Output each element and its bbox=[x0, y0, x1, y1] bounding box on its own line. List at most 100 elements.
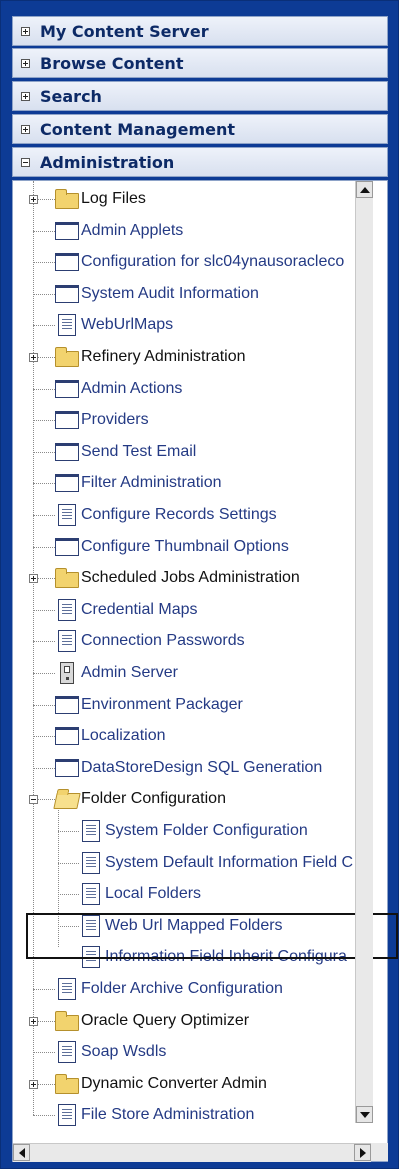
scroll-up-button[interactable] bbox=[356, 181, 373, 198]
tree-item[interactable]: Providers bbox=[13, 405, 367, 435]
folder-icon bbox=[55, 1073, 79, 1094]
tree-item-label[interactable]: Credential Maps bbox=[81, 600, 198, 620]
collapse-icon[interactable] bbox=[29, 795, 38, 805]
tree-item[interactable]: Credential Maps bbox=[13, 595, 367, 625]
tree-item-label[interactable]: File Store Administration bbox=[81, 1105, 254, 1125]
tree-item[interactable]: Dynamic Converter Admin bbox=[13, 1069, 367, 1099]
tree-item-label[interactable]: Configuration for slc04ynausoracleco bbox=[81, 252, 344, 272]
tree-item-label[interactable]: System Default Information Field C bbox=[105, 853, 353, 873]
tree-item[interactable]: Folder Archive Configuration bbox=[13, 974, 367, 1004]
page-icon bbox=[58, 598, 76, 621]
tree-item-label[interactable]: Admin Applets bbox=[81, 221, 183, 241]
scroll-right-button[interactable] bbox=[354, 1144, 371, 1161]
window-icon bbox=[55, 695, 79, 714]
tree-item[interactable]: Folder Configuration bbox=[13, 784, 367, 814]
tree-item-label[interactable]: Scheduled Jobs Administration bbox=[81, 568, 300, 588]
tree-item-label[interactable]: System Folder Configuration bbox=[105, 821, 308, 841]
expand-icon[interactable] bbox=[21, 124, 30, 134]
panel-header-my-content-server[interactable]: My Content Server bbox=[12, 16, 388, 46]
tree-item[interactable]: Localization bbox=[13, 721, 367, 751]
tree-connector-line bbox=[33, 767, 55, 769]
scroll-down-button[interactable] bbox=[356, 1106, 373, 1123]
page-icon bbox=[58, 978, 76, 1000]
tree-item[interactable]: Admin Applets bbox=[13, 216, 367, 246]
tree-item[interactable]: Configure Thumbnail Options bbox=[13, 532, 367, 562]
tree-item-label[interactable]: Connection Passwords bbox=[81, 631, 245, 651]
tree-item[interactable]: DataStoreDesign SQL Generation bbox=[13, 753, 367, 783]
tree-item-label[interactable]: DataStoreDesign SQL Generation bbox=[81, 758, 322, 778]
window-icon bbox=[55, 727, 79, 746]
window-icon bbox=[55, 284, 79, 303]
window-icon bbox=[55, 253, 79, 272]
window-icon bbox=[55, 758, 79, 777]
window-icon bbox=[55, 379, 79, 398]
expand-icon[interactable] bbox=[29, 1016, 38, 1026]
tree-item[interactable]: Admin Actions bbox=[13, 374, 367, 404]
tree-connector-line bbox=[33, 420, 55, 422]
expand-icon[interactable] bbox=[21, 91, 30, 101]
vertical-scrollbar[interactable] bbox=[355, 181, 373, 1123]
tree-item-label[interactable]: Soap Wsdls bbox=[81, 1042, 166, 1062]
tree-item-label[interactable]: Localization bbox=[81, 726, 166, 746]
tree-item-label[interactable]: Admin Server bbox=[81, 663, 178, 683]
expand-icon[interactable] bbox=[29, 574, 38, 584]
tree-connector-line bbox=[33, 546, 55, 548]
tree-item-label[interactable]: Oracle Query Optimizer bbox=[81, 1011, 249, 1031]
tree-item-label[interactable]: Configure Records Settings bbox=[81, 505, 277, 525]
page-icon bbox=[82, 851, 100, 874]
window-icon bbox=[55, 442, 79, 461]
tree-item-label[interactable]: Folder Archive Configuration bbox=[81, 979, 283, 999]
tree-item-label[interactable]: System Audit Information bbox=[81, 284, 259, 304]
arrow-right-icon bbox=[360, 1148, 366, 1158]
tree-item[interactable]: System Default Information Field C bbox=[13, 848, 367, 878]
tree-item-label[interactable]: Admin Actions bbox=[81, 379, 182, 399]
tree-item[interactable]: Configure Records Settings bbox=[13, 500, 367, 530]
tree-item[interactable]: File Store Administration bbox=[13, 1100, 367, 1130]
expand-icon[interactable] bbox=[29, 353, 38, 362]
collapse-icon[interactable] bbox=[21, 157, 30, 167]
window-icon bbox=[55, 537, 79, 556]
tree-item-label[interactable]: Log Files bbox=[81, 189, 146, 209]
tree-item[interactable]: Soap Wsdls bbox=[13, 1037, 367, 1067]
tree-item[interactable]: Log Files bbox=[13, 184, 367, 214]
tree-item[interactable]: Configuration for slc04ynausoracleco bbox=[13, 247, 367, 277]
tree-item-label[interactable]: Folder Configuration bbox=[81, 789, 226, 809]
panel-header-browse-content[interactable]: Browse Content bbox=[12, 48, 388, 78]
tree-item[interactable]: Filter Administration bbox=[13, 468, 367, 498]
panel-header-administration[interactable]: Administration bbox=[12, 147, 388, 177]
tree-item-label[interactable]: Refinery Administration bbox=[81, 347, 246, 367]
tree-connector-line bbox=[33, 293, 55, 295]
tree-item-label[interactable]: Environment Packager bbox=[81, 695, 243, 715]
tree-item[interactable]: Connection Passwords bbox=[13, 626, 367, 656]
tree-item[interactable]: System Folder Configuration bbox=[13, 816, 367, 846]
expand-icon[interactable] bbox=[29, 1079, 38, 1089]
tree-item-label[interactable]: Providers bbox=[81, 410, 149, 430]
tree-item[interactable]: Refinery Administration bbox=[13, 342, 367, 372]
tree-connector-line bbox=[33, 515, 55, 516]
tree-item-label[interactable]: Dynamic Converter Admin bbox=[81, 1074, 267, 1094]
tree-item[interactable]: System Audit Information bbox=[13, 279, 367, 309]
tree-item-label[interactable]: Send Test Email bbox=[81, 442, 196, 462]
panel-header-content-management[interactable]: Content Management bbox=[12, 114, 388, 144]
page-icon bbox=[58, 1104, 76, 1127]
tree-item[interactable]: Local Folders bbox=[13, 879, 367, 909]
tree-item-label[interactable]: Local Folders bbox=[105, 884, 201, 904]
tree-item[interactable]: Oracle Query Optimizer bbox=[13, 1006, 367, 1036]
tree-connector-line bbox=[58, 894, 79, 896]
expand-icon[interactable] bbox=[21, 58, 30, 68]
horizontal-scrollbar[interactable] bbox=[13, 1143, 371, 1162]
expand-icon[interactable] bbox=[21, 26, 30, 36]
tree-item[interactable]: Environment Packager bbox=[13, 690, 367, 720]
tree-item[interactable]: Send Test Email bbox=[13, 437, 367, 467]
page-icon bbox=[82, 883, 100, 906]
expand-icon[interactable] bbox=[29, 195, 38, 204]
panel-header-search[interactable]: Search bbox=[12, 81, 388, 111]
tree-item-label[interactable]: Filter Administration bbox=[81, 473, 222, 493]
tree-item-label[interactable]: WebUrlMaps bbox=[81, 315, 173, 335]
tree-item[interactable]: WebUrlMaps bbox=[13, 310, 367, 340]
tree-item[interactable]: Admin Server bbox=[13, 658, 367, 688]
tree-connector-line bbox=[33, 989, 55, 990]
tree-item-label[interactable]: Configure Thumbnail Options bbox=[81, 537, 289, 557]
tree-item[interactable]: Scheduled Jobs Administration bbox=[13, 563, 367, 593]
scroll-left-button[interactable] bbox=[13, 1144, 30, 1161]
